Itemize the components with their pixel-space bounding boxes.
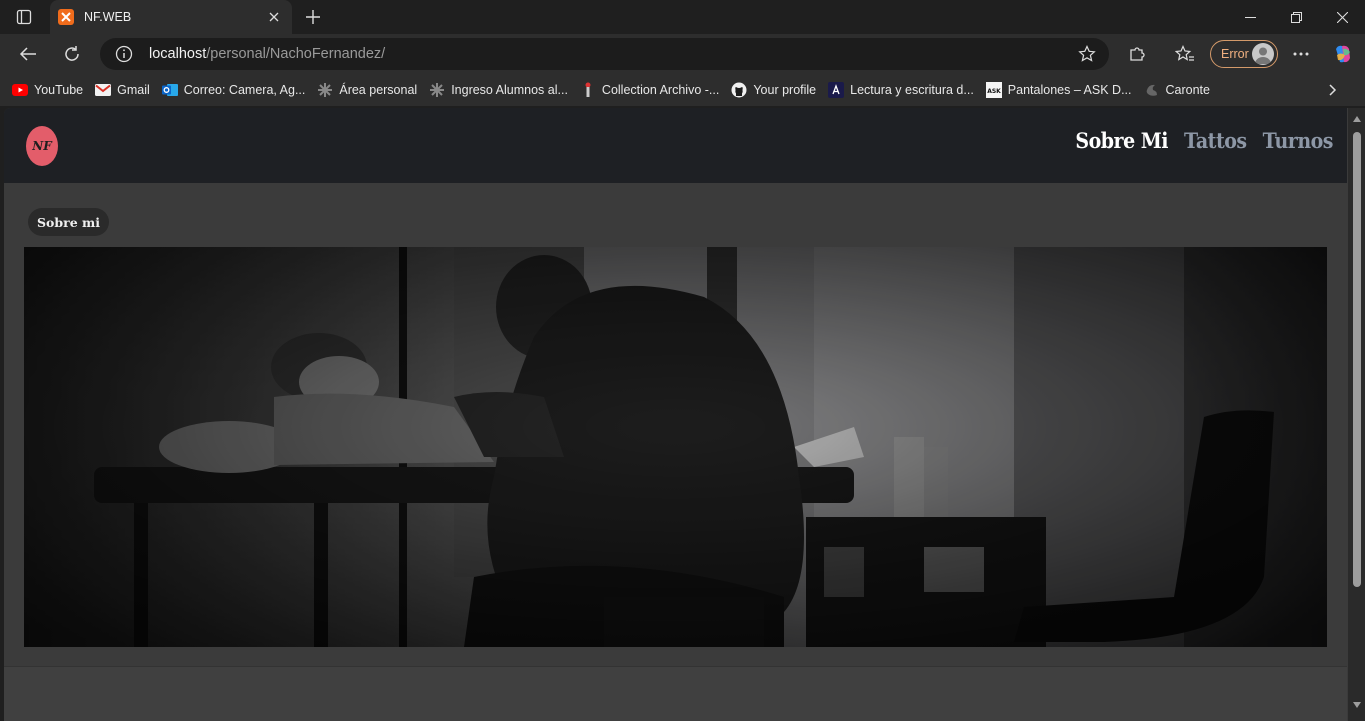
bookmark-label: Ingreso Alumnos al... [451, 83, 568, 97]
minimize-button[interactable] [1227, 0, 1273, 34]
bookmarks-overflow-chevron-icon[interactable] [1321, 78, 1345, 102]
profile-status-label: Error [1221, 47, 1249, 61]
archive-icon [580, 82, 596, 98]
bookmark-label: Lectura y escritura d... [850, 83, 974, 97]
copilot-icon [1336, 45, 1350, 63]
reload-icon [65, 46, 79, 61]
favorite-star-icon[interactable] [1077, 44, 1097, 64]
moodle-icon [317, 82, 333, 98]
tab-actions-button[interactable] [8, 5, 40, 29]
scroll-down-arrow-icon[interactable] [1352, 700, 1362, 710]
browser-tab[interactable]: NF.WEB [50, 0, 292, 34]
bookmark-label: Caronte [1165, 83, 1210, 97]
logo-text: NF [32, 139, 52, 153]
extensions-button[interactable] [1121, 38, 1153, 70]
section-title-badge: Sobre mi [28, 208, 109, 236]
bookmark-label: Correo: Camera, Ag... [183, 83, 306, 97]
close-icon [1336, 11, 1348, 23]
xampp-favicon-icon [58, 9, 74, 25]
copilot-button[interactable] [1327, 38, 1359, 70]
back-button[interactable] [12, 38, 44, 70]
favorites-icon [1175, 45, 1194, 61]
bookmark-outlook[interactable]: Correo: Camera, Ag... [160, 78, 312, 102]
caronte-icon [1144, 82, 1160, 98]
outlook-icon [161, 82, 178, 98]
scroll-up-arrow-icon[interactable] [1352, 114, 1362, 124]
close-window-button[interactable] [1319, 0, 1365, 34]
moodle-icon [429, 82, 445, 98]
url-path: /personal/NachoFernandez/ [206, 46, 386, 62]
scroll-thumb[interactable] [1353, 132, 1361, 587]
new-tab-button[interactable] [300, 5, 326, 29]
favorites-button[interactable] [1169, 38, 1201, 70]
tab-title: NF.WEB [84, 10, 132, 24]
bookmark-collection-archivo[interactable]: Collection Archivo -... [578, 78, 725, 102]
minimize-icon [1244, 16, 1256, 18]
tab-close-icon[interactable] [264, 7, 284, 27]
angular-icon [828, 82, 845, 98]
page-viewport: NF Sobre Mi Tattos Turnos Sobre mi [4, 108, 1365, 721]
bookmark-label: Pantalones – ASK D... [1007, 83, 1132, 97]
bookmark-gmail[interactable]: Gmail [93, 78, 156, 102]
browser-toolbar: localhost/personal/NachoFernandez/ Error [0, 34, 1365, 74]
site-header: NF Sobre Mi Tattos Turnos [4, 108, 1347, 183]
address-bar[interactable]: localhost/personal/NachoFernandez/ [100, 38, 1109, 70]
ask-icon: ASK [985, 82, 1002, 98]
site-logo[interactable]: NF [26, 126, 58, 166]
puzzle-icon [1130, 47, 1145, 61]
back-arrow-icon [19, 47, 36, 61]
bookmark-ingreso-alumnos[interactable]: Ingreso Alumnos al... [427, 78, 574, 102]
site-nav: Sobre Mi Tattos Turnos [1075, 128, 1334, 153]
svg-text:ASK: ASK [987, 88, 1001, 95]
bookmark-label: Your profile [753, 83, 817, 97]
nav-link-tattos[interactable]: Tattos [1184, 128, 1247, 153]
site-info-icon[interactable] [114, 44, 134, 64]
bookmark-caronte[interactable]: Caronte [1142, 78, 1216, 102]
bookmark-label: YouTube [34, 83, 84, 97]
nav-link-turnos[interactable]: Turnos [1263, 128, 1334, 153]
gmail-icon [95, 82, 112, 98]
nav-link-sobre-mi[interactable]: Sobre Mi [1075, 128, 1168, 153]
url-text[interactable]: localhost/personal/NachoFernandez/ [149, 46, 385, 62]
url-host: localhost [149, 46, 207, 62]
bookmark-label: Gmail [117, 83, 150, 97]
bookmark-pantalones-ask[interactable]: ASK Pantalones – ASK D... [984, 78, 1138, 102]
title-bar: NF.WEB [0, 0, 1365, 34]
bookmark-label: Área personal [339, 83, 418, 97]
bookmark-label: Collection Archivo -... [601, 83, 720, 97]
bookmark-lectura-escritura[interactable]: Lectura y escritura d... [826, 78, 980, 102]
avatar [1252, 43, 1274, 65]
restore-icon [1290, 11, 1302, 23]
bookmarks-bar: YouTube Gmail Correo: Camera, Ag... Área… [0, 74, 1365, 106]
tattoo-studio-photo [24, 247, 1327, 647]
hero-photo [24, 247, 1327, 647]
profile-button[interactable]: Error [1210, 40, 1278, 68]
github-icon [731, 82, 747, 98]
settings-more-button[interactable] [1285, 38, 1317, 70]
reload-button[interactable] [56, 38, 88, 70]
plus-icon [306, 10, 320, 24]
tab-actions-icon [16, 9, 32, 25]
bookmark-youtube[interactable]: YouTube [10, 78, 89, 102]
bookmark-area-personal[interactable]: Área personal [315, 78, 423, 102]
youtube-icon [12, 82, 28, 98]
page-scrollbar[interactable] [1348, 108, 1365, 721]
restore-button[interactable] [1273, 0, 1319, 34]
page-footer-band [4, 666, 1347, 721]
bookmark-github-profile[interactable]: Your profile [729, 78, 822, 102]
more-dots-icon [1293, 52, 1309, 56]
section-title: Sobre mi [37, 214, 100, 230]
